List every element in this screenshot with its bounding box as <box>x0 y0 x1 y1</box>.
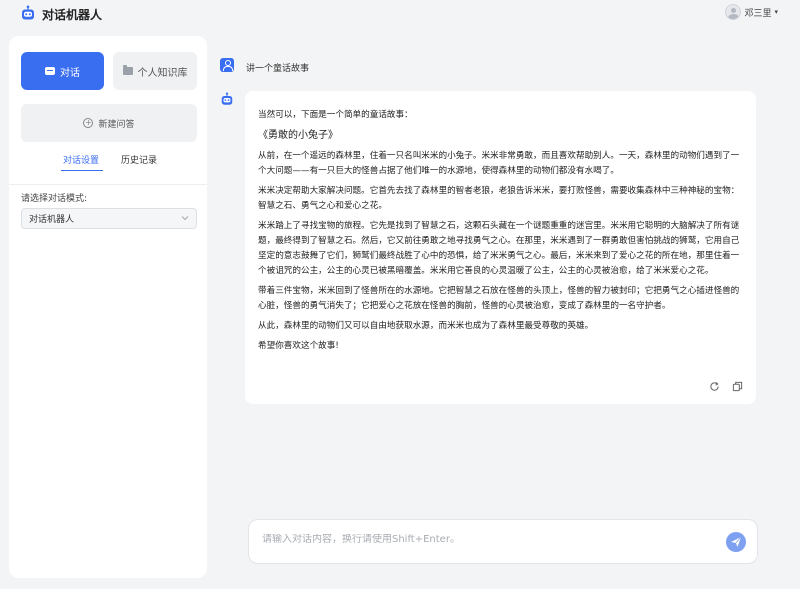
story-title: 《勇敢的小兔子》 <box>258 130 338 141</box>
answer-intro: 当然可以，下面是一个简单的童话故事： <box>258 110 413 120</box>
folder-icon <box>122 65 133 75</box>
answer-paragraph: 带着三件宝物，米米回到了怪兽所在的水源地。它把智慧之石放在怪兽的头顶上，怪兽的智… <box>258 286 740 311</box>
answer-card: 当然可以，下面是一个简单的童话故事： 《勇敢的小兔子》 从前，在一个遥远的森林里… <box>245 91 756 404</box>
tab-history[interactable]: 历史记录 <box>121 153 157 166</box>
chat-icon <box>45 67 55 75</box>
app-title: 对话机器人 <box>42 8 103 22</box>
refresh-icon[interactable] <box>709 381 720 392</box>
answer-actions <box>709 381 743 392</box>
caret-down-icon: ▾ <box>774 8 778 16</box>
chat-input[interactable] <box>262 534 712 545</box>
user-menu[interactable]: 邓三里 ▾ <box>725 4 778 20</box>
mode-select-value: 对话机器人 <box>29 215 75 225</box>
mode-select[interactable]: 对话机器人 <box>21 208 197 229</box>
active-tab-indicator <box>61 170 103 171</box>
knowledge-base-button[interactable]: 个人知识库 <box>113 52 197 90</box>
send-button[interactable] <box>726 532 746 552</box>
user-message: 讲一个童话故事 <box>246 64 310 74</box>
answer-paragraph: 从前，在一个遥远的森林里，住着一只名叫米米的小兔子。米米非常勇敢，而且喜欢帮助别… <box>258 151 740 176</box>
answer-paragraph: 希望你喜欢这个故事! <box>258 341 339 351</box>
answer-paragraph: 米米踏上了寻找宝物的旅程。它先是找到了智慧之石，这颗石头藏在一个谜题重重的迷宫里… <box>258 221 740 276</box>
user-icon <box>220 58 234 72</box>
chat-button[interactable]: 对话 <box>21 52 104 90</box>
divider <box>9 184 207 185</box>
plus-circle-icon: + <box>83 118 94 128</box>
new-chat-button-label: 新建问答 <box>98 119 135 130</box>
copy-icon[interactable] <box>732 381 743 392</box>
knowledge-base-button-label: 个人知识库 <box>137 67 188 79</box>
robot-icon <box>221 92 233 105</box>
new-chat-button[interactable]: + 新建问答 <box>21 104 197 142</box>
tab-chat-settings[interactable]: 对话设置 <box>63 153 99 166</box>
sidebar: 对话 个人知识库 + 新建问答 对话设置 历史记录 请选择对话模式: 对话机器人 <box>9 36 207 578</box>
answer-text: 当然可以，下面是一个简单的童话故事： 《勇敢的小兔子》 从前，在一个遥远的森林里… <box>258 108 743 354</box>
user-name: 邓三里 <box>744 8 772 19</box>
avatar <box>725 4 742 20</box>
answer-paragraph: 从此，森林里的动物们又可以自由地获取水源，而米米也成为了森林里最受尊敬的英雄。 <box>258 321 594 331</box>
chat-button-label: 对话 <box>60 67 80 79</box>
top-bar: 对话机器人 邓三里 ▾ <box>0 0 800 28</box>
mode-label: 请选择对话模式: <box>21 194 88 204</box>
answer-paragraph: 米米决定帮助大家解决问题。它首先去找了森林里的智者老狼，老狼告诉米米，要打败怪兽… <box>258 186 740 211</box>
sidebar-tabs: 对话设置 历史记录 <box>9 150 207 174</box>
robot-logo-icon <box>22 5 34 20</box>
chevron-down-icon <box>181 216 189 221</box>
send-icon <box>731 536 742 547</box>
chat-input-box <box>248 519 758 564</box>
